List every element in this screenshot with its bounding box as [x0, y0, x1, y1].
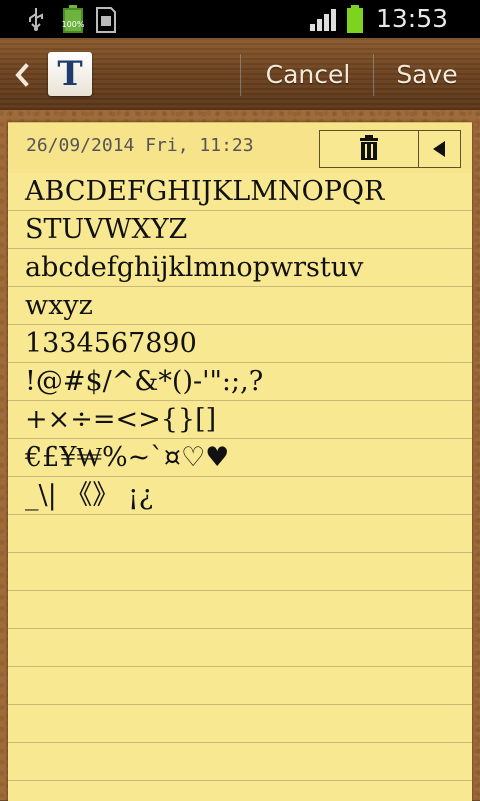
battery-charging-icon	[347, 5, 363, 33]
delete-button[interactable]	[320, 131, 419, 167]
note-header: 26/09/2014 Fri, 11:23	[8, 123, 472, 173]
clock: 13:53	[375, 4, 448, 33]
note-date: 26/09/2014 Fri, 11:23	[26, 135, 254, 156]
trash-icon	[360, 135, 378, 160]
chevron-left-icon	[15, 63, 29, 87]
signal-icon	[310, 9, 336, 31]
text-style-button[interactable]: T	[48, 52, 92, 96]
note-line: ABCDEFGHIJKLMNOPQR	[25, 176, 385, 207]
note-line: €£¥₩%~`¤♡♥	[25, 442, 230, 473]
triangle-left-icon	[433, 141, 445, 157]
collapse-toolbar-button[interactable]	[419, 131, 460, 167]
divider	[373, 54, 375, 96]
back-button[interactable]	[8, 58, 36, 90]
status-bar: 100% 13:53	[0, 0, 480, 38]
note-line: abcdefghijklmnopwrstuv	[25, 252, 364, 283]
note-paper[interactable]: 26/09/2014 Fri, 11:23 ABCDEFGHIJKLMNOPQR…	[8, 122, 472, 801]
note-toolbar	[319, 130, 461, 168]
note-line: +×÷=<>{}[]	[25, 404, 217, 435]
note-line: _\| 《》 ¡¿	[25, 480, 154, 511]
usb-icon	[29, 8, 43, 31]
note-line: 1334567890	[25, 328, 197, 359]
note-body[interactable]: ABCDEFGHIJKLMNOPQR STUVWXYZ abcdefghijkl…	[8, 173, 472, 801]
note-line: wxyz	[25, 290, 93, 321]
cancel-button[interactable]: Cancel	[250, 56, 366, 94]
note-line: STUVWXYZ	[25, 214, 188, 245]
battery-icon	[63, 5, 83, 33]
action-bar: T Cancel Save	[0, 38, 480, 112]
divider	[240, 54, 242, 96]
battery-percent: 100%	[61, 20, 85, 29]
save-button[interactable]: Save	[382, 56, 472, 94]
note-line: !@#$/^&*()-'":;,?	[25, 366, 264, 397]
sd-card-icon	[96, 7, 116, 33]
